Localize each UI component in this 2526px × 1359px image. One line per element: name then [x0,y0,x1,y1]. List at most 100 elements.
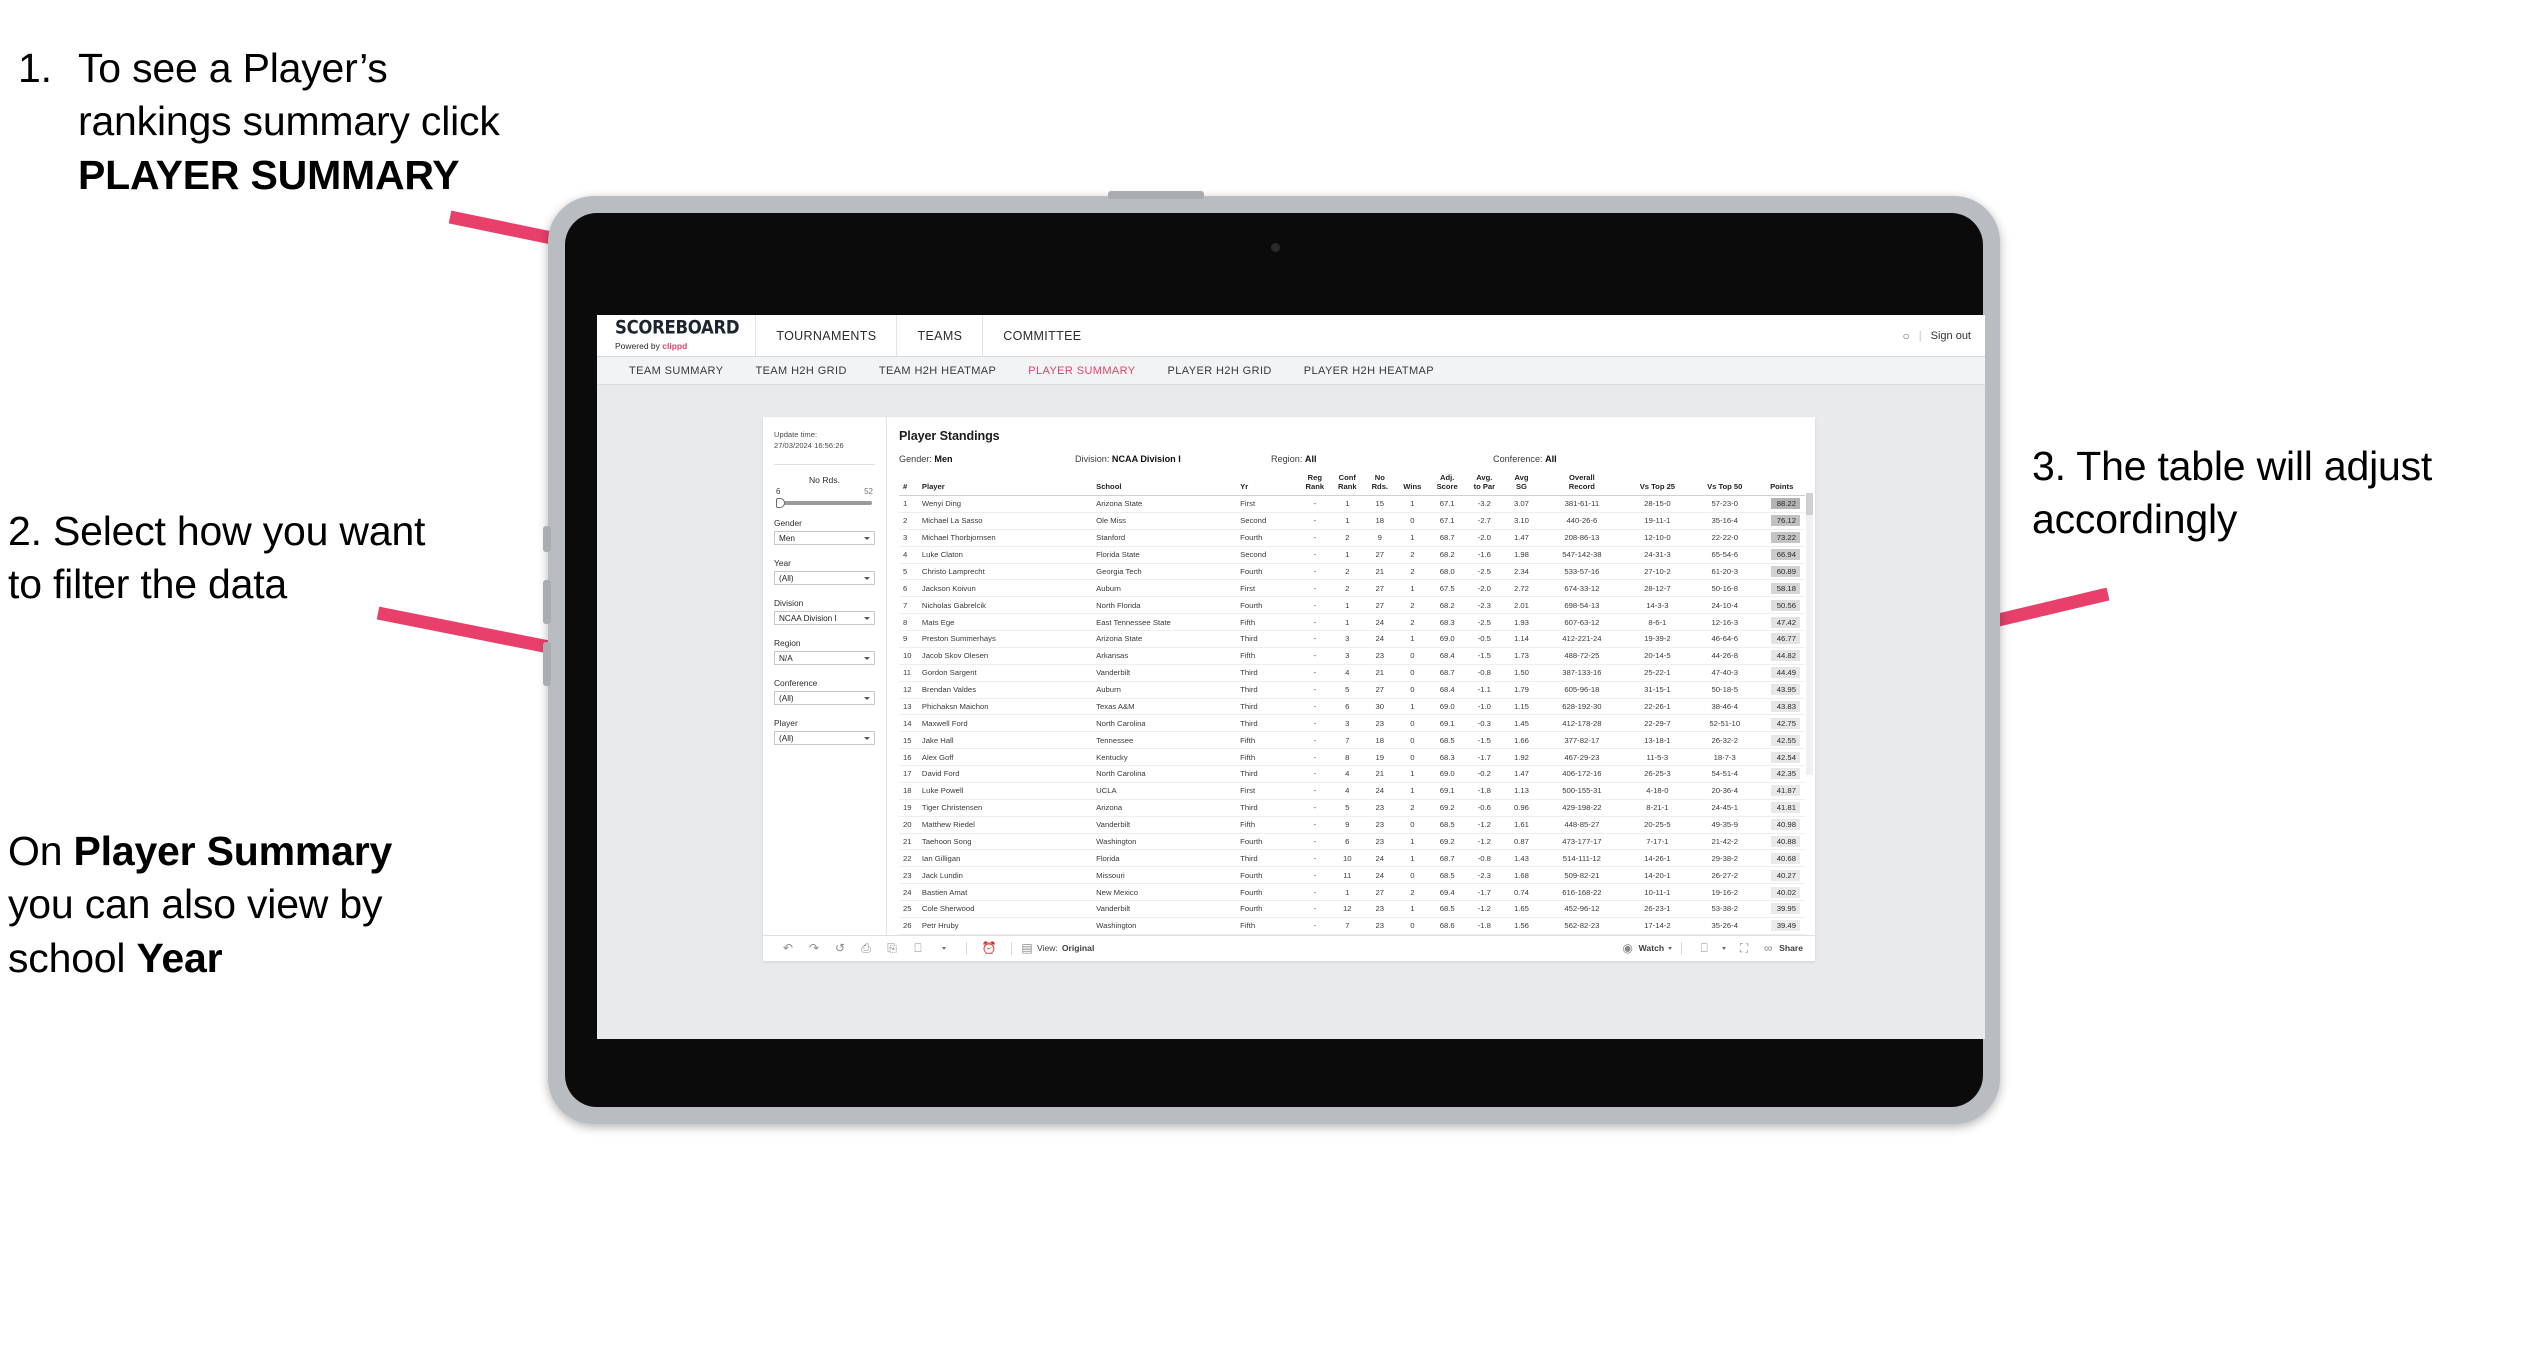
tablet-volume-up-button [543,580,551,624]
table-row[interactable]: 18 Luke Powell UCLA First -4 24 1 69.1 -1.8 1.13 5… [899,782,1805,800]
year-select[interactable]: (All) [774,571,875,585]
col-rank[interactable]: # [899,474,920,496]
table-row[interactable]: 4 Luke Claton Florida State Second -1 27 2 68.2… [899,546,1805,564]
gender-select[interactable]: Men [774,531,875,545]
col-conf-rank[interactable]: Conf Rank [1331,473,1364,496]
cell-rank: 4 [899,546,920,564]
pause-icon[interactable]: ⎘ [879,939,905,957]
tab-player-summary[interactable]: PLAYER SUMMARY [1012,365,1151,377]
table-row[interactable]: 25 Cole Sherwood Vanderbilt Fourth -12 23 1 68.… [899,900,1805,918]
table-row[interactable]: 8 Mats Ege East Tennessee State Fifth -1 24 2 6… [899,613,1805,631]
col-yr[interactable]: Yr [1238,474,1299,496]
table-row[interactable]: 5 Christo Lamprecht Georgia Tech Fourth -2 21… [899,563,1805,581]
cell-yr: Fourth [1238,883,1299,901]
cell-conf: 1 [1331,596,1364,615]
table-row[interactable]: 3 Michael Thorbjornsen Stanford Fourth -2 9 1 6… [899,529,1805,547]
cell-sg: 2.72 [1502,579,1541,598]
tab-team-h2h-heatmap[interactable]: TEAM H2H HEATMAP [863,365,1012,377]
table-row[interactable]: 24 Bastien Amat New Mexico Fourth -1 27 2 69.4-… [899,883,1805,901]
col-overall-record[interactable]: Overall Record [1540,473,1624,496]
cell-player: Alex Goff [919,748,1095,766]
cell-nords: 27 [1363,596,1397,615]
meta-gender-value: Men [934,454,953,464]
table-row[interactable]: 16 Alex Goff Kentucky Fifth -8 19 0 68.3 -1.7 1.9… [899,748,1805,766]
redo-icon[interactable]: ↷ [801,939,827,957]
cell-nords: 23 [1363,647,1397,665]
table-row[interactable]: 15 Jake Hall Tennessee Fifth -7 18 0 68.5 -1.5 1.… [899,731,1805,750]
revert-icon[interactable]: ↺ [827,939,853,957]
col-avg-sg[interactable]: Avg SG [1502,473,1541,496]
player-select[interactable]: (All) [774,731,875,745]
clock-icon[interactable]: ⏰ [976,939,1002,957]
tab-player-h2h-grid[interactable]: PLAYER H2H GRID [1152,365,1288,377]
cell-conf: 2 [1331,563,1364,581]
download-icon[interactable]: ⎕ [1691,939,1717,957]
table-row[interactable]: 19 Tiger Christensen Arizona Third -5 23 2 69.2… [899,799,1805,817]
conference-select[interactable]: (All) [774,691,875,705]
tab-player-h2h-heatmap[interactable]: PLAYER H2H HEATMAP [1288,365,1450,377]
table-scrollbar[interactable] [1806,493,1813,775]
table-row[interactable]: 6 Jackson Koivun Auburn First -2 27 1 67.5 -2.0 2… [899,579,1805,598]
table-row[interactable]: 1 Wenyi Ding Arizona State First -1 15 1 67.1 -3… [899,495,1805,513]
table-row[interactable]: 22 Ian Gilligan Florida Third -10 24 1 68.7 -0.8… [899,849,1805,868]
cell-t50: 35-26-4 [1691,917,1759,935]
table-row[interactable]: 7 Nicholas Gabrelcik North Florida Fourth -1… [899,596,1805,615]
col-vs-top-50[interactable]: Vs Top 50 [1691,474,1759,496]
cell-rec: 452-96-12 [1540,900,1624,918]
no-rounds-slider[interactable] [776,498,872,508]
fullscreen-icon[interactable]: ⛶ [1731,939,1757,957]
cell-wins: 1 [1396,495,1429,513]
chevron-down-icon[interactable] [1717,939,1731,957]
col-wins[interactable]: Wins [1396,474,1429,496]
watch-button[interactable]: ◉ Watch [1621,939,1673,957]
cell-rec: 488-72-25 [1540,647,1624,665]
table-row[interactable]: 2 Michael La Sasso Ole Miss Second -1 18 0 67.1… [899,512,1805,530]
top-nav-teams[interactable]: TEAMS [896,315,982,356]
table-row[interactable]: 20 Matthew Riedel Vanderbilt Fifth -9 23 0 68.5… [899,816,1805,834]
top-nav-committee[interactable]: COMMITTEE [982,315,1101,356]
table-row[interactable]: 23 Jack Lundin Missouri Fourth -11 24 0 68.5 -2.… [899,866,1805,885]
table-row[interactable]: 13 Phichaksn Maichon Texas A&M Third -6 30 1 69… [899,698,1805,716]
avatar[interactable]: ○ [1903,329,1910,343]
table-row[interactable]: 26 Petr Hruby Washington Fifth -7 23 0 68.6 -1.8… [899,917,1805,935]
col-vs-top-25[interactable]: Vs Top 25 [1623,474,1692,496]
sign-out-button[interactable]: Sign out [1931,330,1971,342]
table-row[interactable]: 21 Taehoon Song Washington Fourth -6 23 1 69.2-… [899,833,1805,851]
undo-icon[interactable]: ↶ [775,939,801,957]
top-nav-tournaments[interactable]: TOURNAMENTS [755,315,896,356]
table-row[interactable]: 12 Brendan Valdes Auburn Third -5 27 0 68.4 -1.1… [899,681,1805,699]
device-layout-icon[interactable]: ⎕ [905,939,931,957]
cell-yr: Fifth [1238,647,1299,665]
cell-t25: 26-23-1 [1623,900,1692,918]
cell-nords: 24 [1363,849,1397,868]
filter-conference: Conference (All) [774,678,875,705]
cell-sg: 1.47 [1502,765,1541,783]
col-player[interactable]: Player [919,474,1095,496]
col-no-rds[interactable]: No Rds. [1363,473,1397,496]
table-scrollbar-thumb[interactable] [1806,493,1813,515]
cell-school: Arizona State [1094,630,1239,648]
col-points[interactable]: Points [1758,474,1805,496]
cell-t25: 14-20-1 [1623,866,1692,885]
header-divider: | [1918,329,1922,342]
table-row[interactable]: 17 David Ford North Carolina Third -4 21 1 69.0… [899,765,1805,783]
col-school[interactable]: School [1094,474,1239,496]
tab-team-h2h-grid[interactable]: TEAM H2H GRID [739,365,862,377]
view-original-button[interactable]: ▤ View: Original [1021,939,1094,957]
refresh-data-icon[interactable]: ⎙ [853,939,879,957]
tab-team-summary[interactable]: TEAM SUMMARY [613,365,739,377]
table-row[interactable]: 10 Jacob Skov Olesen Arkansas Fifth -3 23 0 68.… [899,647,1805,665]
chevron-down-icon[interactable] [931,939,957,957]
no-rounds-slider-handle[interactable] [776,498,785,508]
col-reg-rank[interactable]: Reg Rank [1298,473,1332,496]
table-row[interactable]: 14 Maxwell Ford North Carolina Third -3 23 0 69… [899,714,1805,733]
division-select[interactable]: NCAA Division I [774,611,875,625]
table-row[interactable]: 9 Preston Summerhays Arizona State Third -3 2… [899,630,1805,648]
table-row[interactable]: 11 Gordon Sargent Vanderbilt Third -4 21 0 68.7… [899,664,1805,682]
share-button[interactable]: ∞ Share [1761,939,1803,957]
region-select[interactable]: N/A [774,651,875,665]
col-adj-score[interactable]: Adj. Score [1428,473,1466,496]
cell-adj: 68.0 [1428,563,1466,581]
cell-player: Jackson Koivun [919,579,1095,598]
col-avg-to-par[interactable]: Avg. to Par [1465,473,1503,496]
